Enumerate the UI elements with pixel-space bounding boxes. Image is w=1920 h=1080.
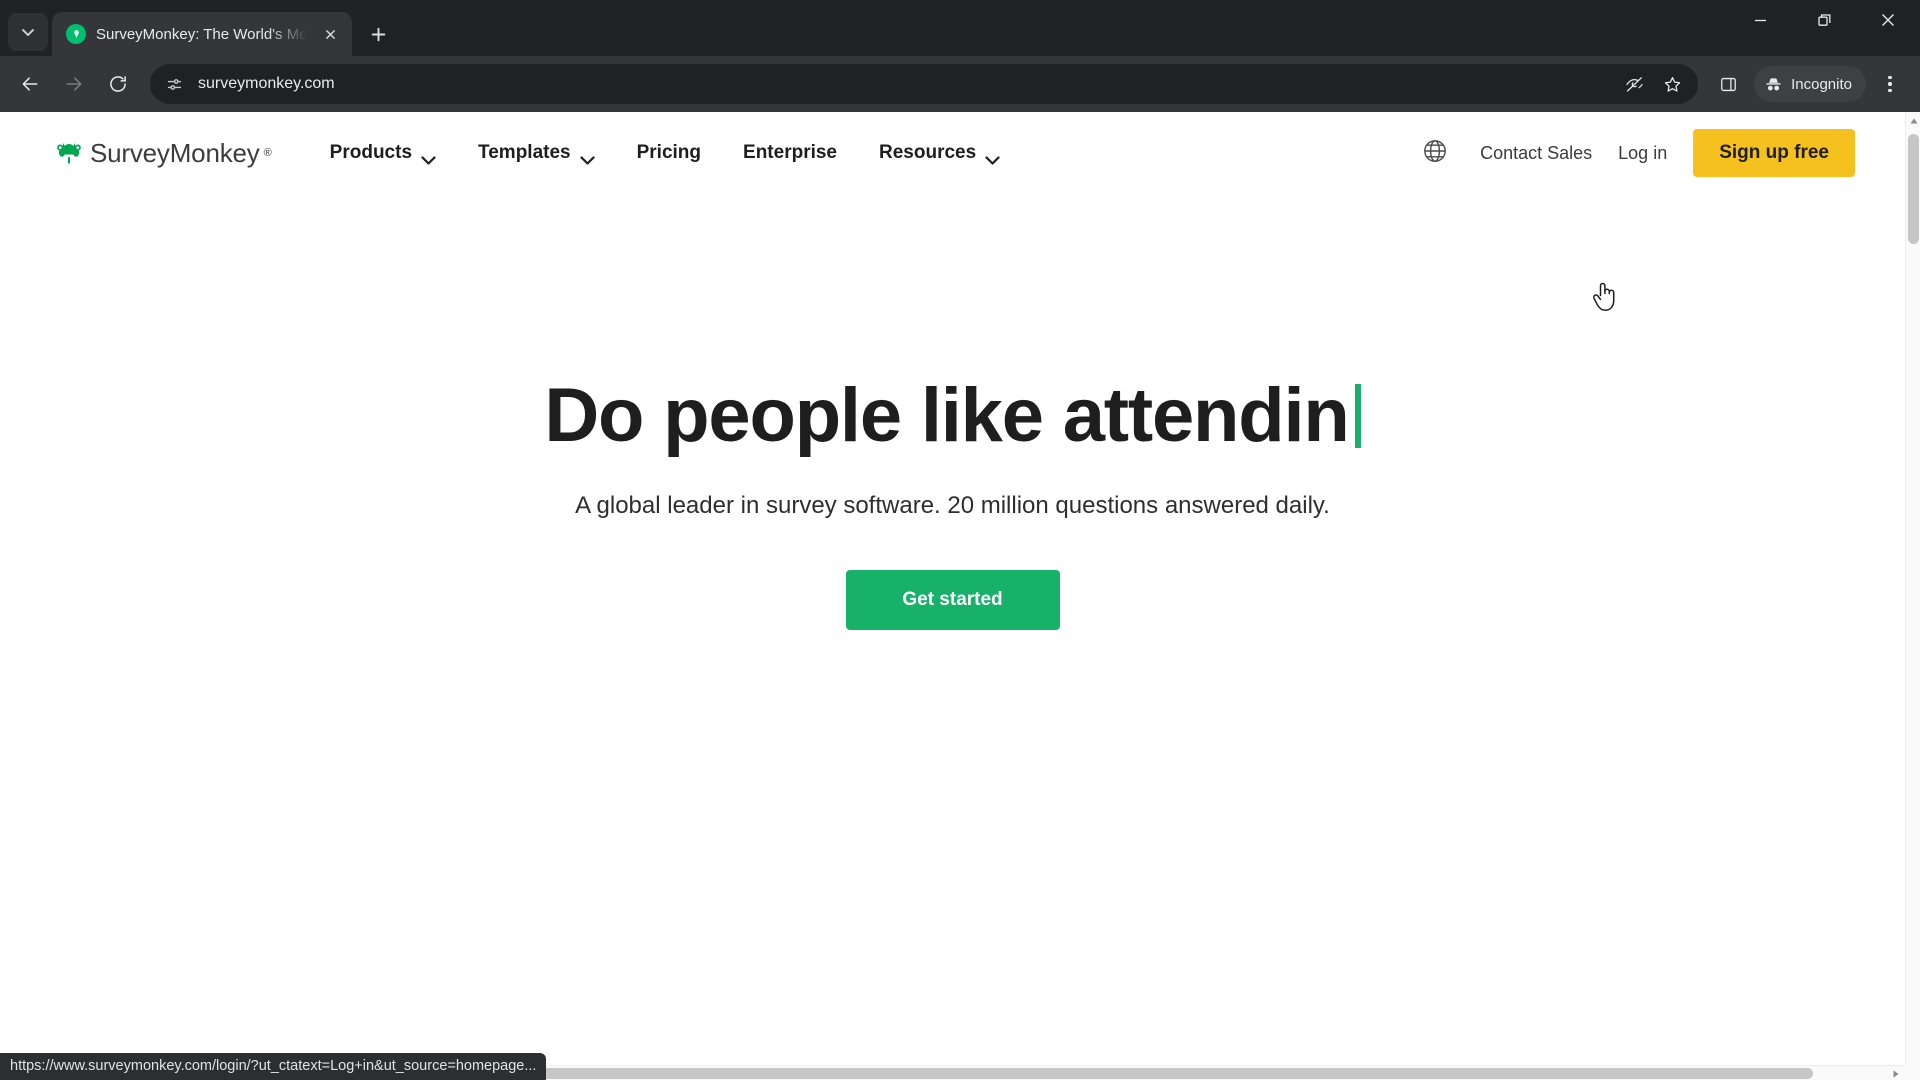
minimize-button[interactable] [1728,0,1792,40]
vertical-scrollbar[interactable] [1905,112,1920,1065]
reload-button[interactable] [98,64,138,104]
close-icon [325,29,335,39]
browser-menu-button[interactable] [1870,64,1910,104]
hero-section: Do people like attendin A global leader … [0,194,1905,630]
page-title: Do people like attendin [544,373,1361,458]
status-bar-url: https://www.surveymonkey.com/login/?ut_c… [0,1053,547,1080]
window-controls [1728,0,1920,40]
header-actions: Contact Sales Log in Sign up free [1422,129,1855,177]
log-in-link[interactable]: Log in [1618,143,1667,164]
nav-item-resources[interactable]: Resources [879,142,1000,165]
minimize-icon [1754,19,1766,21]
maximize-button[interactable] [1792,0,1856,40]
star-icon [1664,76,1680,92]
globe-icon [1424,140,1446,162]
tune-sliders-icon [167,78,181,90]
chevron-down-icon [421,149,436,165]
eye-slash-icon [1625,76,1643,92]
typing-caret [1354,383,1361,448]
site-header: SurveyMonkey ® Products Templates Pricin… [0,112,1905,194]
nav-label: Templates [478,142,571,163]
reload-icon [110,76,126,92]
tab-strip: SurveyMonkey: The World's Mo [0,0,1920,56]
side-panel-button[interactable] [1708,64,1748,104]
forward-button[interactable] [54,64,94,104]
caret-up-icon [1909,118,1918,123]
close-window-button[interactable] [1856,0,1920,40]
site-logo[interactable]: SurveyMonkey ® [52,138,272,169]
plus-icon [371,27,385,41]
nav-item-pricing[interactable]: Pricing [637,142,701,164]
incognito-label: Incognito [1791,75,1852,93]
browser-toolbar: surveymonkey.com Incognito [0,56,1920,112]
arrow-left-icon [22,77,38,91]
close-icon [1882,14,1894,26]
tab-close-button[interactable] [318,22,342,46]
site-info-button[interactable] [160,70,188,98]
caret-right-icon [1893,1069,1898,1078]
logo-registered-mark: ® [263,147,272,159]
chevron-down-icon [985,149,1000,165]
sign-up-free-button[interactable]: Sign up free [1693,129,1855,177]
scroll-up-button[interactable] [1906,112,1920,129]
logo-text: SurveyMonkey [90,137,260,168]
get-started-button[interactable]: Get started [845,569,1060,630]
surveymonkey-logo-icon [57,142,81,164]
address-bar[interactable]: surveymonkey.com [150,64,1699,104]
surveymonkey-homepage: SurveyMonkey ® Products Templates Pricin… [0,112,1905,1065]
main-navigation: Products Templates Pricing Enterprise Re… [329,142,1001,165]
browser-window: SurveyMonkey: The World's Mo surveymonke… [0,0,1920,1080]
back-button[interactable] [10,64,50,104]
tab-title: SurveyMonkey: The World's Mo [96,25,308,43]
hero-title-text: Do people like attendin [544,373,1349,458]
nav-label: Pricing [636,142,702,163]
nav-label: Enterprise [743,142,837,163]
nav-item-templates[interactable]: Templates [478,142,595,165]
search-tabs-button[interactable] [8,13,48,51]
omnibox-actions [1616,66,1690,102]
surveymonkey-favicon [66,24,86,44]
kebab-menu-icon [1888,75,1892,80]
chevron-down-icon [22,29,34,36]
nav-item-products[interactable]: Products [329,142,436,165]
contact-sales-link[interactable]: Contact Sales [1480,143,1592,164]
hero-subtitle: A global leader in survey software. 20 m… [575,491,1330,519]
page-viewport: SurveyMonkey ® Products Templates Pricin… [0,112,1920,1080]
nav-label: Products [329,142,413,163]
language-selector-button[interactable] [1422,138,1452,168]
incognito-indicator[interactable]: Incognito [1754,66,1866,102]
url-text[interactable]: surveymonkey.com [198,75,1606,93]
scroll-right-button[interactable] [1888,1066,1903,1080]
arrow-right-icon [66,77,82,91]
scrollbar-corner [1905,1065,1920,1080]
new-tab-button[interactable] [360,16,396,52]
browser-tab[interactable]: SurveyMonkey: The World's Mo [52,12,352,56]
chevron-down-icon [580,149,595,165]
nav-item-enterprise[interactable]: Enterprise [743,142,837,164]
nav-label: Resources [879,142,977,163]
restore-icon [1817,13,1830,26]
side-panel-icon [1720,77,1736,91]
vertical-scrollbar-thumb[interactable] [1908,134,1919,244]
bookmark-button[interactable] [1654,66,1690,102]
tracking-protection-button[interactable] [1616,66,1652,102]
incognito-icon [1766,77,1781,90]
